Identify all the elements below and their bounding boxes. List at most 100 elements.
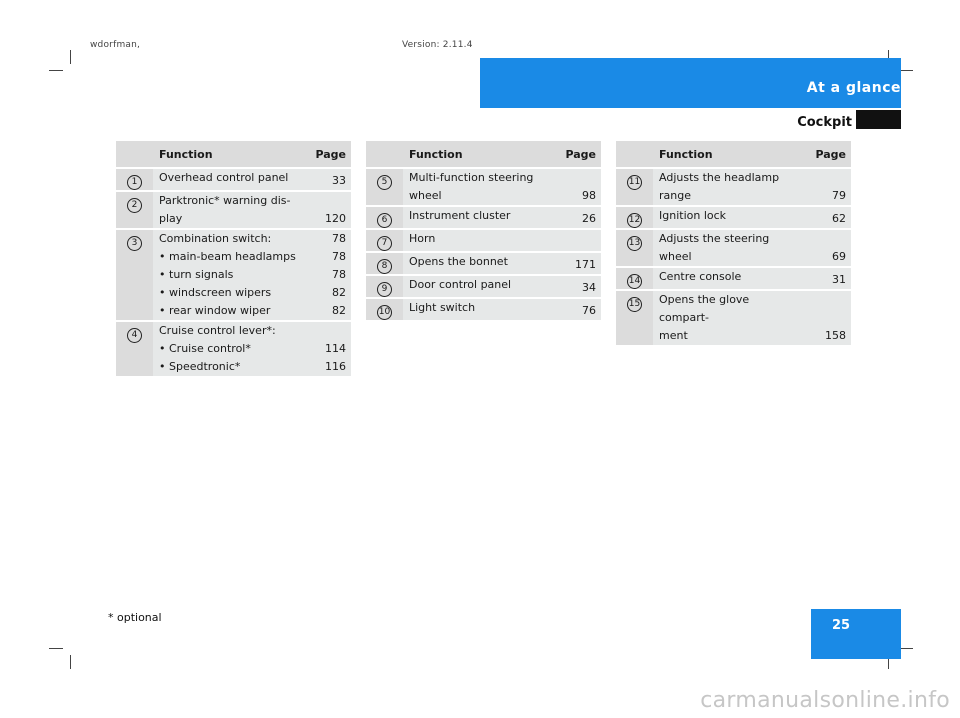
item-number-cell: 13 (616, 228, 653, 267)
table-row: 15 Opens the glove compart-ment 158 (616, 289, 851, 345)
optional-footnote: * optional (108, 611, 162, 624)
item-number-cell: 11 (616, 167, 653, 206)
page-number-box (811, 609, 901, 659)
item-number-badge: 13 (627, 236, 642, 251)
function-text: Multi-function steering (409, 171, 534, 184)
item-number-badge: 14 (627, 274, 642, 289)
table-row: 2 Parktronic* warning dis-play 120 (116, 190, 351, 229)
function-cell: Adjusts the steering wheel (653, 228, 802, 267)
table-row: 6 Instrument cluster 26 (366, 205, 601, 229)
function-subitem: Speedtronic* (159, 358, 302, 376)
item-number-badge: 9 (377, 282, 392, 297)
page-cell: 98 (552, 167, 601, 206)
function-cell: Centre console (653, 266, 802, 290)
item-number-cell: 10 (366, 297, 403, 320)
item-number-badge: 7 (377, 236, 392, 251)
item-number-cell: 6 (366, 205, 403, 229)
section-tab-marker (856, 110, 901, 129)
item-number-badge: 6 (377, 213, 392, 228)
column-header-page: Page (302, 139, 351, 168)
page-cell: 158 (802, 289, 851, 345)
function-text: Centre console (659, 270, 742, 283)
function-text: Door control panel (409, 278, 512, 291)
page-cell: 33 (302, 167, 351, 191)
table-row: 3 Combination switch: main-beam headlampst… (116, 228, 351, 321)
page-cell: 62 (802, 205, 851, 229)
function-cell: Opens the glove compart-ment (653, 289, 802, 345)
item-number-badge: 10 (377, 305, 392, 320)
item-number-cell: 2 (116, 190, 153, 229)
page-reference: 31 (832, 273, 846, 286)
page-reference: 69 (832, 250, 846, 263)
table-row: 10 Light switch 76 (366, 297, 601, 320)
meta-version: Version: 2.11.4 (402, 40, 473, 50)
function-cell: Ignition lock (653, 205, 802, 229)
crop-mark (70, 50, 71, 64)
function-text: Adjusts the headlamp (659, 171, 780, 184)
table-row: 14 Centre console 31 (616, 266, 851, 290)
function-text: Opens the glove compart- (659, 293, 750, 324)
column-header-number (116, 139, 153, 168)
page-reference: 114 (325, 342, 346, 355)
item-number-cell: 12 (616, 205, 653, 229)
page-reference: 76 (582, 304, 596, 317)
page-cell: 120 (302, 190, 351, 229)
page-reference (552, 233, 596, 251)
function-cell: Overhead control panel (153, 167, 302, 191)
crop-mark (70, 655, 71, 669)
function-subitem: main-beam headlamps (159, 248, 302, 266)
page-reference: 33 (332, 174, 346, 187)
column-header-page: Page (802, 139, 851, 168)
page-cell: 26 (552, 205, 601, 229)
item-number-cell: 14 (616, 266, 653, 290)
item-number-badge: 11 (627, 175, 642, 190)
page-reference: 98 (582, 189, 596, 202)
function-cell: Light switch (403, 297, 552, 320)
function-cell: Multi-function steering wheel (403, 167, 552, 206)
function-text: play (159, 212, 183, 225)
page-number: 25 (831, 618, 851, 633)
column-header-number (366, 139, 403, 168)
column-header-function: Function (153, 139, 302, 168)
page-reference: 62 (832, 212, 846, 225)
function-text: Adjusts the steering wheel (659, 232, 770, 263)
page-cell: 69 (802, 228, 851, 267)
item-number-cell: 3 (116, 228, 153, 321)
function-subitem: Cruise control* (159, 340, 302, 358)
page-cell: 79 (802, 167, 851, 206)
table-row: 1 Overhead control panel 33 (116, 167, 351, 191)
page-reference: 82 (332, 286, 346, 299)
page-reference: 26 (582, 212, 596, 225)
function-text: Overhead control panel (159, 171, 289, 184)
page-cell: 171 (552, 251, 601, 275)
page-reference: 116 (325, 360, 346, 373)
meta-author: wdorfman, (90, 40, 141, 50)
function-subitem: turn signals (159, 266, 302, 284)
page-reference: 79 (832, 189, 846, 202)
function-subitem: rear window wiper (159, 302, 302, 320)
item-number-badge: 8 (377, 259, 392, 274)
page-reference: 34 (582, 281, 596, 294)
table-row: 5 Multi-function steering wheel 98 (366, 167, 601, 206)
function-table-2: Function Page 5 Multi-function steering wh… (366, 139, 601, 320)
section-title: At a glance (806, 80, 901, 96)
function-text: Parktronic* warning dis- (159, 194, 291, 207)
page-subtitle: Cockpit (797, 115, 852, 130)
column-header-function: Function (653, 139, 802, 168)
item-number-badge: 2 (127, 198, 142, 213)
page-cell: 31 (802, 266, 851, 290)
table-row: 8 Opens the bonnet 171 (366, 251, 601, 275)
function-text: Combination switch: (159, 232, 272, 245)
function-text: Horn (409, 232, 436, 245)
item-number-badge: 3 (127, 236, 142, 251)
item-number-badge: 4 (127, 328, 142, 343)
page-cell (552, 228, 601, 252)
function-text: Ignition lock (659, 209, 727, 222)
function-table-3: Function Page 11 Adjusts the headlamp rang… (616, 139, 851, 345)
function-text: Light switch (409, 301, 476, 314)
item-number-cell: 9 (366, 274, 403, 298)
function-cell: Combination switch: main-beam headlampstu… (153, 228, 302, 321)
function-cell: Parktronic* warning dis-play (153, 190, 302, 229)
item-number-badge: 1 (127, 175, 142, 190)
function-text: Cruise control lever*: (159, 324, 276, 337)
